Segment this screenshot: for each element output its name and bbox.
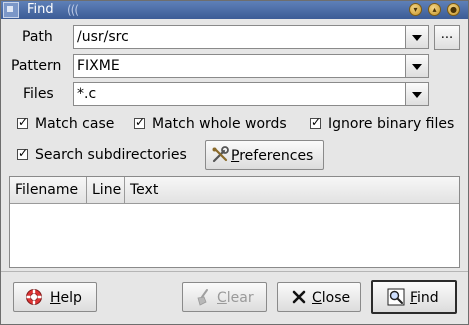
close-window-icon[interactable]: ● [447, 3, 460, 16]
preferences-mnemonic: P [231, 148, 240, 164]
preferences-label-rest: references [239, 148, 314, 164]
preferences-label: Preferences [231, 147, 313, 165]
checkbox-checked-icon[interactable] [17, 115, 28, 129]
pattern-label: Pattern [11, 58, 62, 74]
broom-icon [197, 289, 208, 306]
files-label: Files [23, 86, 54, 102]
ignore-binary-files-label: Ignore binary files [328, 116, 455, 132]
close-x-icon [292, 290, 306, 304]
title-bar[interactable]: Find ((( ▾ ▴ ● [1, 1, 468, 19]
close-mnemonic: C [312, 290, 322, 306]
results-header: Filename Line Text [10, 177, 459, 204]
find-mnemonic: F [410, 290, 418, 306]
maximize-icon[interactable]: ▴ [428, 3, 441, 16]
browse-label: ... [440, 27, 454, 42]
results-list[interactable]: Filename Line Text [9, 176, 460, 268]
files-value[interactable]: *.c [77, 85, 96, 103]
close-label: Close [312, 289, 350, 307]
match-whole-words-checkbox[interactable]: Match whole words [134, 115, 299, 133]
clear-mnemonic: C [217, 290, 227, 306]
path-dropdown-icon[interactable] [405, 25, 429, 49]
help-button[interactable]: Help [13, 282, 97, 312]
close-button[interactable]: Close [277, 282, 361, 312]
pattern-combo[interactable]: FIXME [73, 54, 429, 78]
preferences-button[interactable]: Preferences [205, 140, 324, 170]
help-label: Help [50, 289, 82, 307]
path-label: Path [22, 29, 53, 45]
magnifier-icon [387, 288, 405, 306]
window-menu-icon[interactable] [3, 2, 19, 18]
minimize-icon[interactable]: ▾ [409, 3, 422, 16]
clear-label: Clear [217, 289, 254, 307]
help-mnemonic: H [50, 290, 61, 306]
match-case-label: Match case [35, 116, 115, 132]
search-subdirectories-checkbox[interactable]: Search subdirectories [17, 146, 197, 164]
pattern-value[interactable]: FIXME [77, 57, 120, 75]
browse-button[interactable]: ... [434, 25, 460, 50]
match-case-checkbox[interactable]: Match case [17, 115, 127, 133]
window-title: Find [27, 2, 54, 17]
checkbox-checked-icon[interactable] [310, 115, 321, 129]
files-combo[interactable]: *.c [73, 82, 429, 106]
checkbox-checked-icon[interactable] [17, 146, 28, 160]
path-combo[interactable]: /usr/src [73, 25, 429, 49]
help-label-rest: elp [60, 290, 82, 306]
ignore-binary-files-checkbox[interactable]: Ignore binary files [310, 115, 460, 133]
find-dialog: Find ((( ▾ ▴ ● Path /usr/src ... Pattern… [0, 0, 469, 325]
match-whole-words-label: Match whole words [152, 116, 287, 132]
files-dropdown-icon[interactable] [405, 82, 429, 106]
column-text[interactable]: Text [125, 177, 459, 203]
clear-label-rest: lear [226, 290, 254, 306]
path-value[interactable]: /usr/src [77, 28, 129, 46]
pattern-dropdown-icon[interactable] [405, 54, 429, 78]
tools-icon [212, 146, 229, 163]
lifebuoy-icon [26, 289, 42, 305]
column-line[interactable]: Line [87, 177, 125, 203]
clear-button[interactable]: Clear [182, 282, 267, 312]
close-label-rest: lose [321, 290, 351, 306]
title-grip: ((( [67, 3, 79, 17]
checkbox-checked-icon[interactable] [134, 115, 145, 129]
search-subdirectories-label: Search subdirectories [35, 147, 187, 163]
find-label-rest: ind [417, 290, 439, 306]
column-filename[interactable]: Filename [10, 177, 87, 203]
find-label: Find [410, 289, 439, 307]
separator [1, 271, 468, 272]
find-button[interactable]: Find [371, 280, 457, 314]
